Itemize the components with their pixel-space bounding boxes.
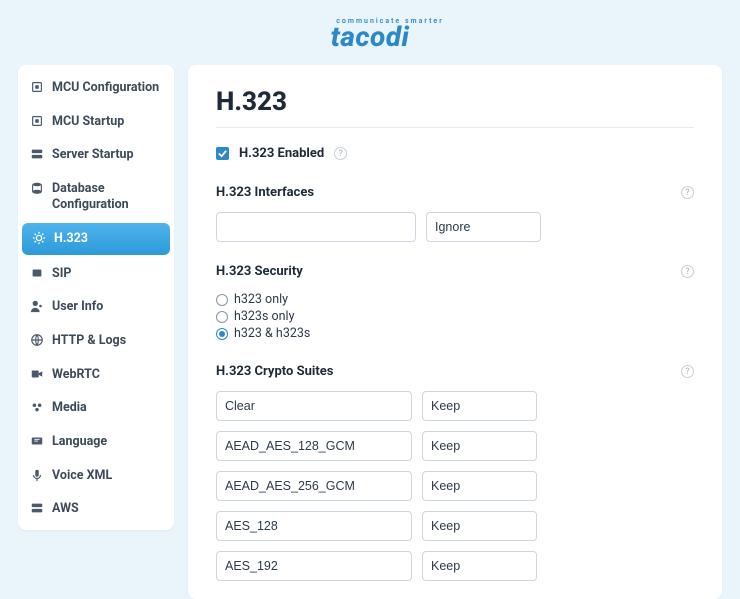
globe-icon (30, 333, 44, 347)
crypto-row: Clear Keep (216, 391, 694, 421)
sidebar-item-label: SIP (52, 266, 71, 282)
voice-icon (30, 468, 44, 482)
gear-icon (32, 231, 46, 245)
sidebar-item-media[interactable]: Media (18, 391, 174, 425)
chip-icon (30, 114, 44, 128)
sidebar-item-voice-xml[interactable]: Voice XML (18, 459, 174, 493)
radio-icon (216, 294, 228, 306)
sidebar-item-label: User Info (52, 299, 103, 315)
sidebar-item-label: WebRTC (52, 367, 100, 383)
radio-label: h323s only (234, 309, 295, 324)
sidebar-item-h-323[interactable]: H.323 (22, 223, 170, 255)
security-section-head: H.323 Security ? (216, 264, 694, 279)
page-title: H.323 (216, 87, 694, 128)
crypto-row: AEAD_AES_128_GCM Keep (216, 431, 694, 461)
radio-label: h323 only (234, 292, 288, 307)
radio-label: h323 & h323s (234, 326, 310, 341)
crypto-action-select[interactable]: Keep (422, 471, 537, 501)
sidebar-item-label: AWS (52, 501, 79, 517)
crypto-suite-select[interactable]: Clear (216, 391, 412, 421)
crypto-action-select[interactable]: Keep (422, 391, 537, 421)
help-icon[interactable]: ? (681, 365, 694, 378)
sidebar-item-label: Server Startup (52, 147, 134, 163)
sidebar: MCU Configuration MCU Startup Server Start… (18, 65, 174, 530)
sidebar-item-http-logs[interactable]: HTTP & Logs (18, 324, 174, 358)
h323-enabled-label: H.323 Enabled (239, 146, 324, 161)
crypto-section-head: H.323 Crypto Suites ? (216, 364, 694, 379)
crypto-suite-select[interactable]: AES_128 (216, 511, 412, 541)
interfaces-action-select[interactable]: Ignore (426, 212, 541, 242)
crypto-action-select[interactable]: Keep (422, 551, 537, 581)
sidebar-item-label: Voice XML (52, 468, 112, 484)
server-icon (30, 147, 44, 161)
security-radio-group: h323 only h323s only h323 & h323s (216, 291, 694, 342)
sidebar-item-server-startup[interactable]: Server Startup (18, 138, 174, 172)
sidebar-item-aws[interactable]: AWS (18, 492, 174, 526)
crypto-suite-select[interactable]: AEAD_AES_128_GCM (216, 431, 412, 461)
database-icon (30, 181, 44, 195)
sidebar-item-webrtc[interactable]: WebRTC (18, 358, 174, 392)
header: communicate smarter tacodi (0, 0, 740, 65)
crypto-row: AES_192 Keep (216, 551, 694, 581)
interfaces-title: H.323 Interfaces (216, 185, 314, 200)
crypto-suite-select[interactable]: AEAD_AES_256_GCM (216, 471, 412, 501)
main-panel: H.323 H.323 Enabled ? H.323 Interfaces ?… (188, 65, 722, 599)
interfaces-section-head: H.323 Interfaces ? (216, 185, 694, 200)
crypto-rows: Clear Keep AEAD_AES_128_GCM Keep AEAD_AE… (216, 391, 694, 581)
help-icon[interactable]: ? (681, 265, 694, 278)
crypto-row: AEAD_AES_256_GCM Keep (216, 471, 694, 501)
chip-icon (30, 80, 44, 94)
sidebar-item-label: MCU Startup (52, 114, 124, 130)
security-option[interactable]: h323 & h323s (216, 325, 694, 342)
radio-icon (216, 311, 228, 323)
interfaces-input[interactable] (216, 212, 416, 242)
sidebar-item-label: H.323 (54, 231, 88, 247)
crypto-suite-select[interactable]: AES_192 (216, 551, 412, 581)
sidebar-item-mcu-startup[interactable]: MCU Startup (18, 105, 174, 139)
help-icon[interactable]: ? (334, 147, 347, 160)
brand-logo: communicate smarter tacodi (296, 18, 443, 51)
sidebar-item-user-info[interactable]: User Info (18, 290, 174, 324)
sidebar-item-mcu-configuration[interactable]: MCU Configuration (18, 71, 174, 105)
sidebar-item-label: HTTP & Logs (52, 333, 126, 349)
sidebar-item-sip[interactable]: SIP (18, 257, 174, 291)
crypto-row: AES_128 Keep (216, 511, 694, 541)
server-icon (30, 501, 44, 515)
sidebar-item-label: Media (52, 400, 87, 416)
language-icon (30, 434, 44, 448)
phone-icon (30, 266, 44, 280)
help-icon[interactable]: ? (681, 186, 694, 199)
sidebar-item-label: Language (52, 434, 107, 450)
crypto-action-select[interactable]: Keep (422, 511, 537, 541)
sidebar-item-database-configuration[interactable]: Database Configuration (18, 172, 174, 221)
user-icon (30, 299, 44, 313)
sidebar-item-label: Database Configuration (52, 181, 162, 212)
sidebar-item-language[interactable]: Language (18, 425, 174, 459)
radio-icon (216, 328, 228, 340)
security-title: H.323 Security (216, 264, 303, 279)
security-option[interactable]: h323 only (216, 291, 694, 308)
h323-enabled-checkbox[interactable] (216, 147, 229, 160)
crypto-title: H.323 Crypto Suites (216, 364, 333, 379)
crypto-action-select[interactable]: Keep (422, 431, 537, 461)
h323-enabled-row: H.323 Enabled ? (216, 146, 694, 161)
sidebar-item-label: MCU Configuration (52, 80, 159, 96)
media-icon (30, 400, 44, 414)
webrtc-icon (30, 367, 44, 381)
security-option[interactable]: h323s only (216, 308, 694, 325)
